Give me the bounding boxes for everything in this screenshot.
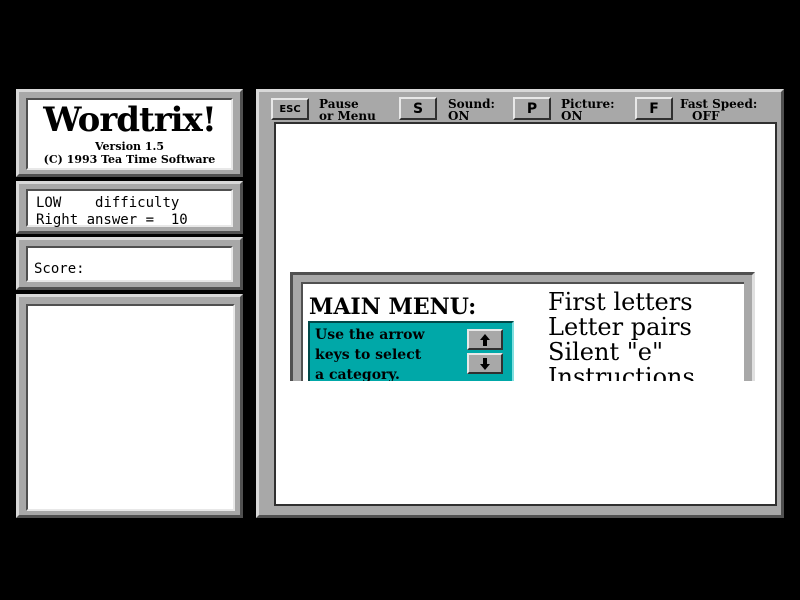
speed-key-button[interactable]: F: [635, 97, 673, 120]
score-box: Score:: [26, 246, 233, 282]
game-panel: ESC Pause or Menu S Sound: ON P Picture:…: [256, 89, 784, 518]
main-menu-inner: MAIN MENU: Use the arrow keys to select …: [301, 282, 744, 381]
menu-item-instructions[interactable]: Instructions: [548, 365, 695, 382]
arrow-down-icon: [480, 357, 490, 370]
arrow-up-icon: [480, 333, 490, 346]
esc-key-button[interactable]: ESC: [271, 98, 309, 120]
menu-item-letter-pairs[interactable]: Letter pairs: [548, 315, 695, 340]
sound-value: ON: [448, 109, 470, 123]
difficulty-box: LOW difficulty Right answer = 10: [26, 189, 233, 228]
instructions-box: Use the arrow keys to select a category.: [308, 321, 514, 381]
main-menu-heading: MAIN MENU:: [309, 294, 477, 320]
logo-panel: Wordtrix! Version 1.5 (C) 1993 Tea Time …: [16, 89, 243, 177]
difficulty-panel: LOW difficulty Right answer = 10: [16, 181, 243, 234]
difficulty-label: difficulty: [95, 195, 180, 211]
menu-items: First letters Letter pairs Silent "e" In…: [548, 290, 695, 382]
play-area: MAIN MENU: Use the arrow keys to select …: [274, 122, 777, 506]
version-label: Version 1.5: [95, 140, 164, 153]
menu-item-first-letters[interactable]: First letters: [548, 290, 695, 315]
pause-menu-label: Pause or Menu: [319, 97, 376, 123]
scroll-up-button[interactable]: [467, 329, 503, 350]
score-label: Score:: [34, 261, 85, 277]
esc-key-label: ESC: [279, 103, 301, 115]
app-title: Wordtrix!: [43, 100, 217, 140]
right-answer-label: Right answer =: [36, 212, 155, 228]
picture-key-button[interactable]: P: [513, 97, 551, 120]
main-menu-dialog: MAIN MENU: Use the arrow keys to select …: [290, 272, 755, 381]
picture-panel: [16, 294, 243, 518]
sound-label: Sound: ON: [448, 97, 495, 123]
menu-item-silent-e[interactable]: Silent "e": [548, 340, 695, 365]
copyright-label: (C) 1993 Tea Time Software: [43, 153, 216, 166]
picture-box: [26, 304, 235, 511]
speed-label: Fast Speed: OFF: [680, 97, 758, 123]
speed-value: OFF: [692, 109, 720, 123]
score-panel: Score:: [16, 237, 243, 290]
scroll-down-button[interactable]: [467, 353, 503, 374]
picture-value: ON: [561, 109, 583, 123]
logo-box: Wordtrix! Version 1.5 (C) 1993 Tea Time …: [26, 98, 233, 170]
instructions-text: Use the arrow keys to select a category.: [315, 327, 425, 381]
difficulty-level: LOW: [36, 195, 62, 211]
sound-key-button[interactable]: S: [399, 97, 437, 120]
right-answer-value: 10: [170, 212, 188, 228]
picture-label: Picture: ON: [561, 97, 615, 123]
